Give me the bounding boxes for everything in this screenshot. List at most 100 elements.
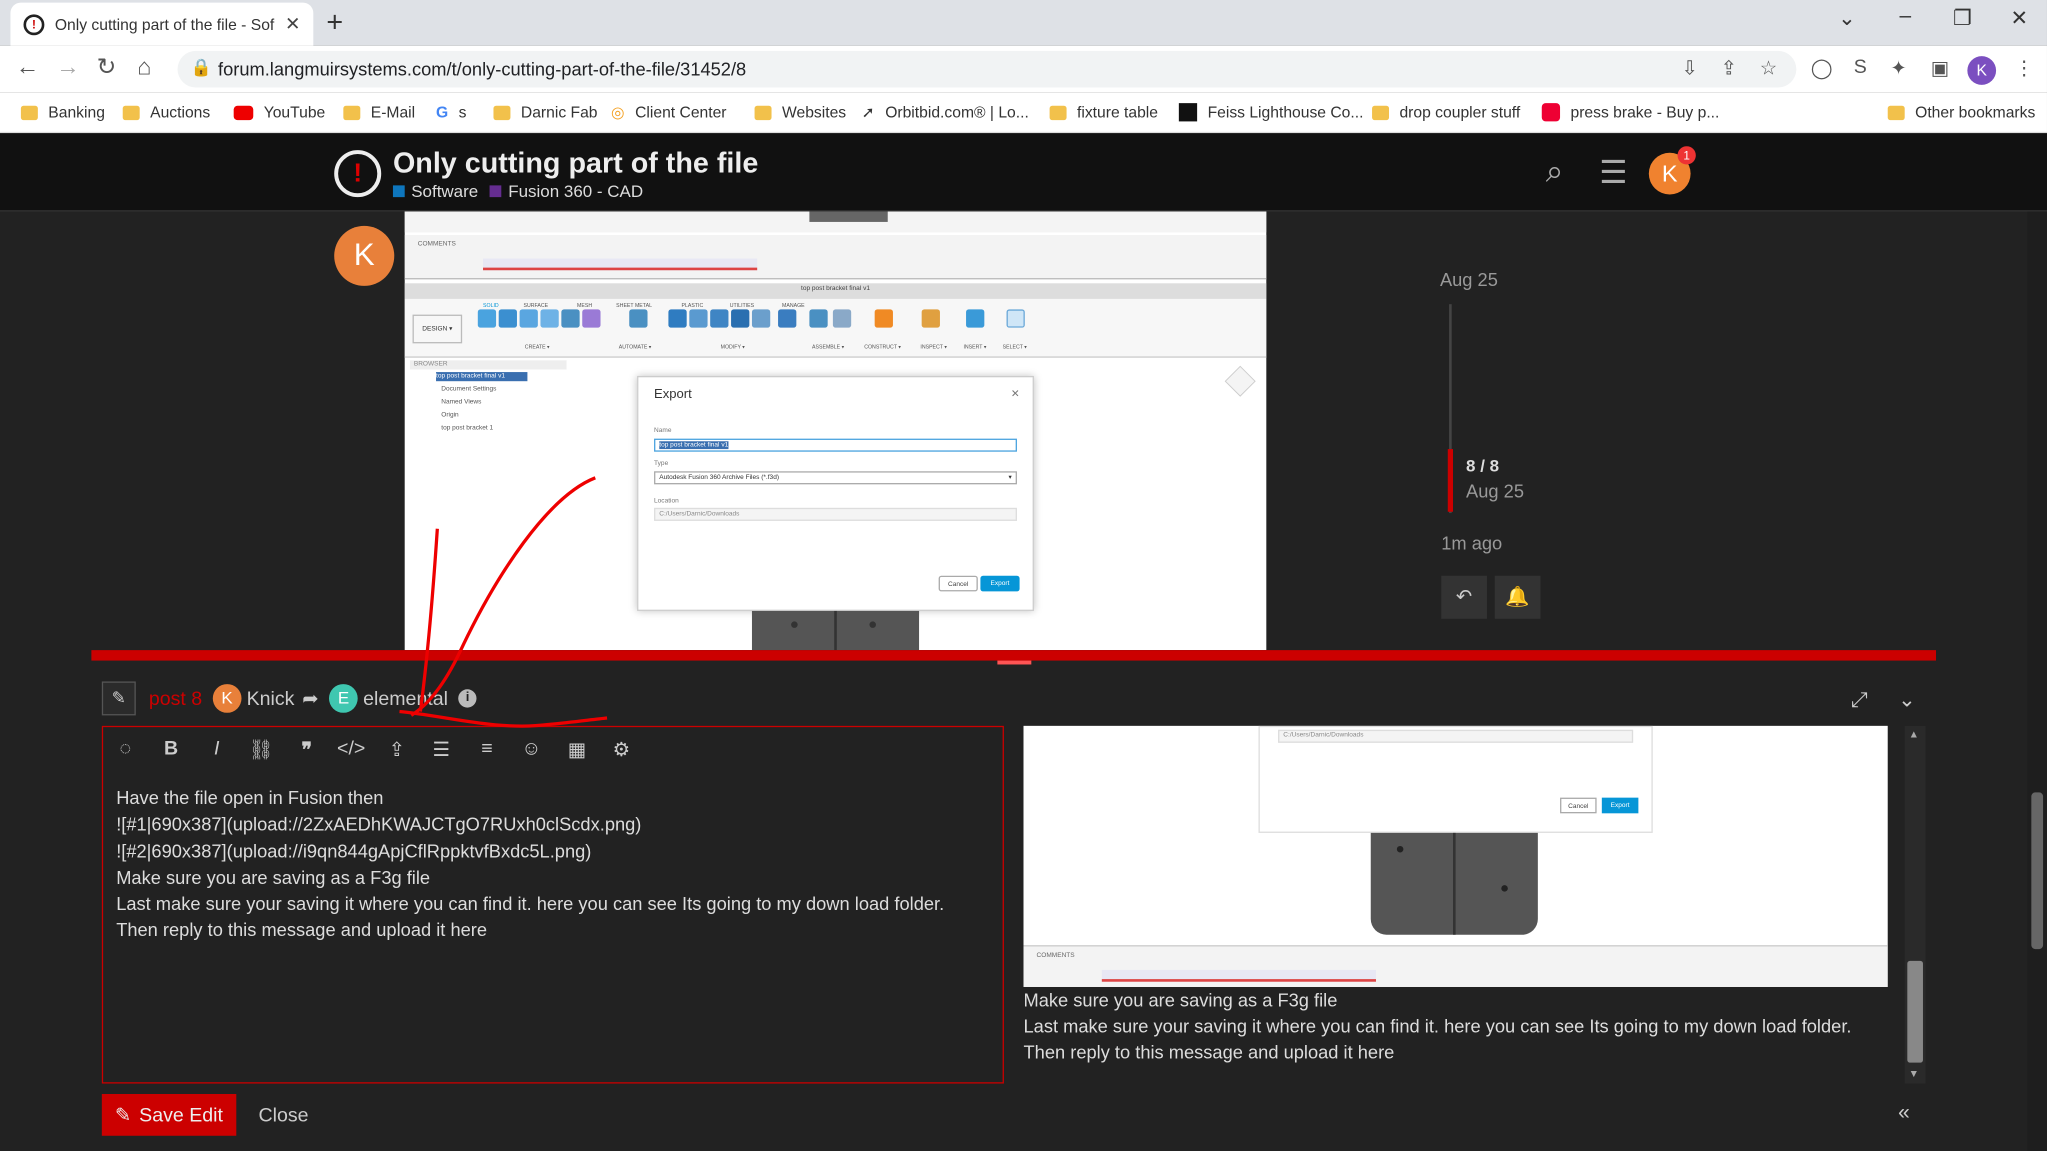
bullet-list-icon[interactable]: ☰ xyxy=(427,738,456,761)
preview-line: Last make sure your saving it where you … xyxy=(1023,1015,1852,1037)
topic-title[interactable]: Only cutting part of the file xyxy=(393,146,758,180)
side-panel-icon[interactable]: ▣ xyxy=(1931,56,1950,79)
notification-badge[interactable]: 1 xyxy=(1677,146,1696,165)
timeline-start-date[interactable]: Aug 25 xyxy=(1440,269,1498,290)
preview-scrollbar[interactable]: ▲ ▼ xyxy=(1904,725,1926,1084)
date-picker-icon[interactable]: ▦ xyxy=(563,738,592,761)
address-bar[interactable]: 🔒 forum.langmuirsystems.com/t/only-cutti… xyxy=(177,50,1797,88)
tab-search-chevron-icon[interactable]: ⌄ xyxy=(1838,5,1856,31)
share-icon[interactable]: ⇪ xyxy=(1721,56,1737,79)
post-author-avatar[interactable]: K xyxy=(334,225,395,286)
bold-icon[interactable]: B xyxy=(157,738,186,760)
hide-preview-icon[interactable]: « xyxy=(1898,1102,1910,1125)
bookmark-email[interactable]: E-Mail xyxy=(343,103,415,121)
numbered-list-icon[interactable]: ≡ xyxy=(473,738,502,760)
bookmark-orbitbid[interactable]: ➚ Orbitbid.com® | Lo... xyxy=(862,103,1029,121)
fusion-window-title: top post bracket final v1 xyxy=(801,284,870,293)
bookmark-banking[interactable]: Banking xyxy=(20,103,105,121)
post-link[interactable]: post 8 xyxy=(149,687,202,709)
save-edit-label: Save Edit xyxy=(139,1103,223,1126)
reply-arrow-icon: ➦ xyxy=(302,687,319,711)
editor-line: ![#2|690x387](upload://i9qn844gApjCflRpp… xyxy=(116,840,592,862)
combine-tool-icon xyxy=(751,309,771,328)
italic-icon[interactable]: I xyxy=(202,738,231,760)
category-link[interactable]: Software xyxy=(411,181,478,201)
design-workspace-button: DESIGN ▾ xyxy=(412,314,463,344)
insert-group-label: INSERT ▾ xyxy=(963,343,987,350)
close-button[interactable]: Close xyxy=(258,1104,308,1126)
link-icon[interactable]: ⛓ xyxy=(247,738,276,761)
site-logo[interactable]: ! xyxy=(334,150,382,198)
subcategory-link[interactable]: Fusion 360 - CAD xyxy=(508,181,643,201)
page-scroll-thumb[interactable] xyxy=(2031,792,2044,950)
bookmark-youtube[interactable]: YouTube xyxy=(233,103,325,121)
new-tab-icon[interactable]: + xyxy=(326,5,343,39)
bookmark-fixture-table[interactable]: fixture table xyxy=(1049,103,1158,121)
timeline-position-date: Aug 25 xyxy=(1466,480,1524,502)
lock-icon[interactable]: 🔒 xyxy=(191,57,212,78)
reload-icon[interactable]: ↻ xyxy=(97,54,117,81)
minimize-icon[interactable]: – xyxy=(1899,5,1911,28)
forward-icon[interactable]: → xyxy=(56,54,79,81)
install-app-icon[interactable]: ⇩ xyxy=(1681,56,1697,79)
blockquote-icon[interactable]: ❞ xyxy=(292,738,321,761)
bookmark-s[interactable]: Gs xyxy=(436,103,466,121)
profile-avatar[interactable]: K xyxy=(1967,56,1997,85)
folder-icon xyxy=(122,105,140,120)
emoji-icon[interactable]: ☺ xyxy=(517,738,546,760)
construct-group-label: CONSTRUCT ▾ xyxy=(864,343,901,350)
preview-line: Then reply to this message and upload it… xyxy=(1023,1041,1395,1063)
bookmark-drop-coupler[interactable]: drop coupler stuff xyxy=(1372,103,1520,121)
close-tab-icon[interactable]: ✕ xyxy=(285,13,300,35)
timeline-end-label[interactable]: 1m ago xyxy=(1441,533,1502,554)
editor-textarea[interactable]: Have the file open in Fusion then ![#1|69… xyxy=(116,785,944,944)
save-edit-button[interactable]: ✎ Save Edit xyxy=(101,1093,237,1136)
bookmark-other[interactable]: Other bookmarks xyxy=(1887,103,2035,121)
reply-to-name[interactable]: elemental xyxy=(363,687,448,709)
scroll-down-icon[interactable]: ▼ xyxy=(1909,1068,1919,1080)
search-icon[interactable]: ⌕ xyxy=(1546,154,1564,191)
markdown-editor[interactable]: ◌ B I ⛓ ❞ </> ⇪ ☰ ≡ ☺ ▦ ⚙ Have the file … xyxy=(101,725,1004,1084)
fullscreen-icon[interactable]: ⤢ xyxy=(1851,689,1868,712)
timeline-handle[interactable] xyxy=(1447,449,1453,512)
options-gear-icon[interactable]: ⚙ xyxy=(607,738,636,761)
site-favicon-icon: ! xyxy=(23,13,45,35)
collapse-chevron-icon[interactable]: ⌄ xyxy=(1898,687,1916,713)
pencil-icon: ✎ xyxy=(114,1104,132,1127)
upload-icon[interactable]: ⇪ xyxy=(383,738,412,761)
maximize-icon[interactable]: ❐ xyxy=(1953,5,1972,31)
bookmark-websites[interactable]: Websites xyxy=(754,103,846,121)
bookmark-star-icon[interactable]: ☆ xyxy=(1760,56,1778,79)
quote-bubble-icon[interactable]: ◌ xyxy=(111,738,140,760)
composer-resize-grip[interactable] xyxy=(997,660,1032,665)
extension-s-icon[interactable]: S xyxy=(1854,56,1867,78)
extensions-puzzle-icon[interactable]: ✦ xyxy=(1890,56,1906,79)
browser-menu-icon[interactable]: ⋮ xyxy=(2014,56,2034,79)
type-value: Autodesk Fusion 360 Archive Files (*.f3d… xyxy=(659,473,780,482)
bookmark-auctions[interactable]: Auctions xyxy=(122,103,210,121)
browser-panel-label: BROWSER xyxy=(409,360,567,370)
bookmark-press-brake[interactable]: press brake - Buy p... xyxy=(1541,103,1719,122)
reply-icon: ↶ xyxy=(1455,586,1473,609)
bookmark-client-center[interactable]: ◎ Client Center xyxy=(611,103,727,121)
extension-chat-icon[interactable]: ◯ xyxy=(1811,56,1833,79)
folder-icon xyxy=(493,105,511,120)
code-icon[interactable]: </> xyxy=(337,738,366,760)
bookmark-feiss[interactable]: Feiss Lighthouse Co... xyxy=(1178,103,1363,122)
browser-tab-active[interactable]: ! Only cutting part of the file - Sof ✕ xyxy=(10,2,314,46)
info-icon[interactable]: i xyxy=(458,689,477,708)
notifications-button[interactable]: 🔔 xyxy=(1494,575,1541,619)
page-scrollbar[interactable] xyxy=(2027,211,2047,1151)
reply-button[interactable]: ↶ xyxy=(1441,575,1487,619)
scroll-up-icon[interactable]: ▲ xyxy=(1909,728,1919,740)
home-icon[interactable]: ⌂ xyxy=(137,54,151,81)
back-icon[interactable]: ← xyxy=(16,54,39,81)
close-window-icon[interactable]: ✕ xyxy=(2010,5,2028,31)
bookmark-darnic-fab[interactable]: Darnic Fab xyxy=(493,103,598,121)
url-text[interactable]: forum.langmuirsystems.com/t/only-cutting… xyxy=(218,59,746,80)
editor-line: Have the file open in Fusion then xyxy=(116,787,384,809)
hamburger-menu-icon[interactable]: ☰ xyxy=(1599,154,1627,192)
preview-scroll-thumb[interactable] xyxy=(1907,960,1923,1063)
move-tool-icon xyxy=(778,309,797,328)
pencil-icon[interactable]: ✎ xyxy=(101,681,136,716)
